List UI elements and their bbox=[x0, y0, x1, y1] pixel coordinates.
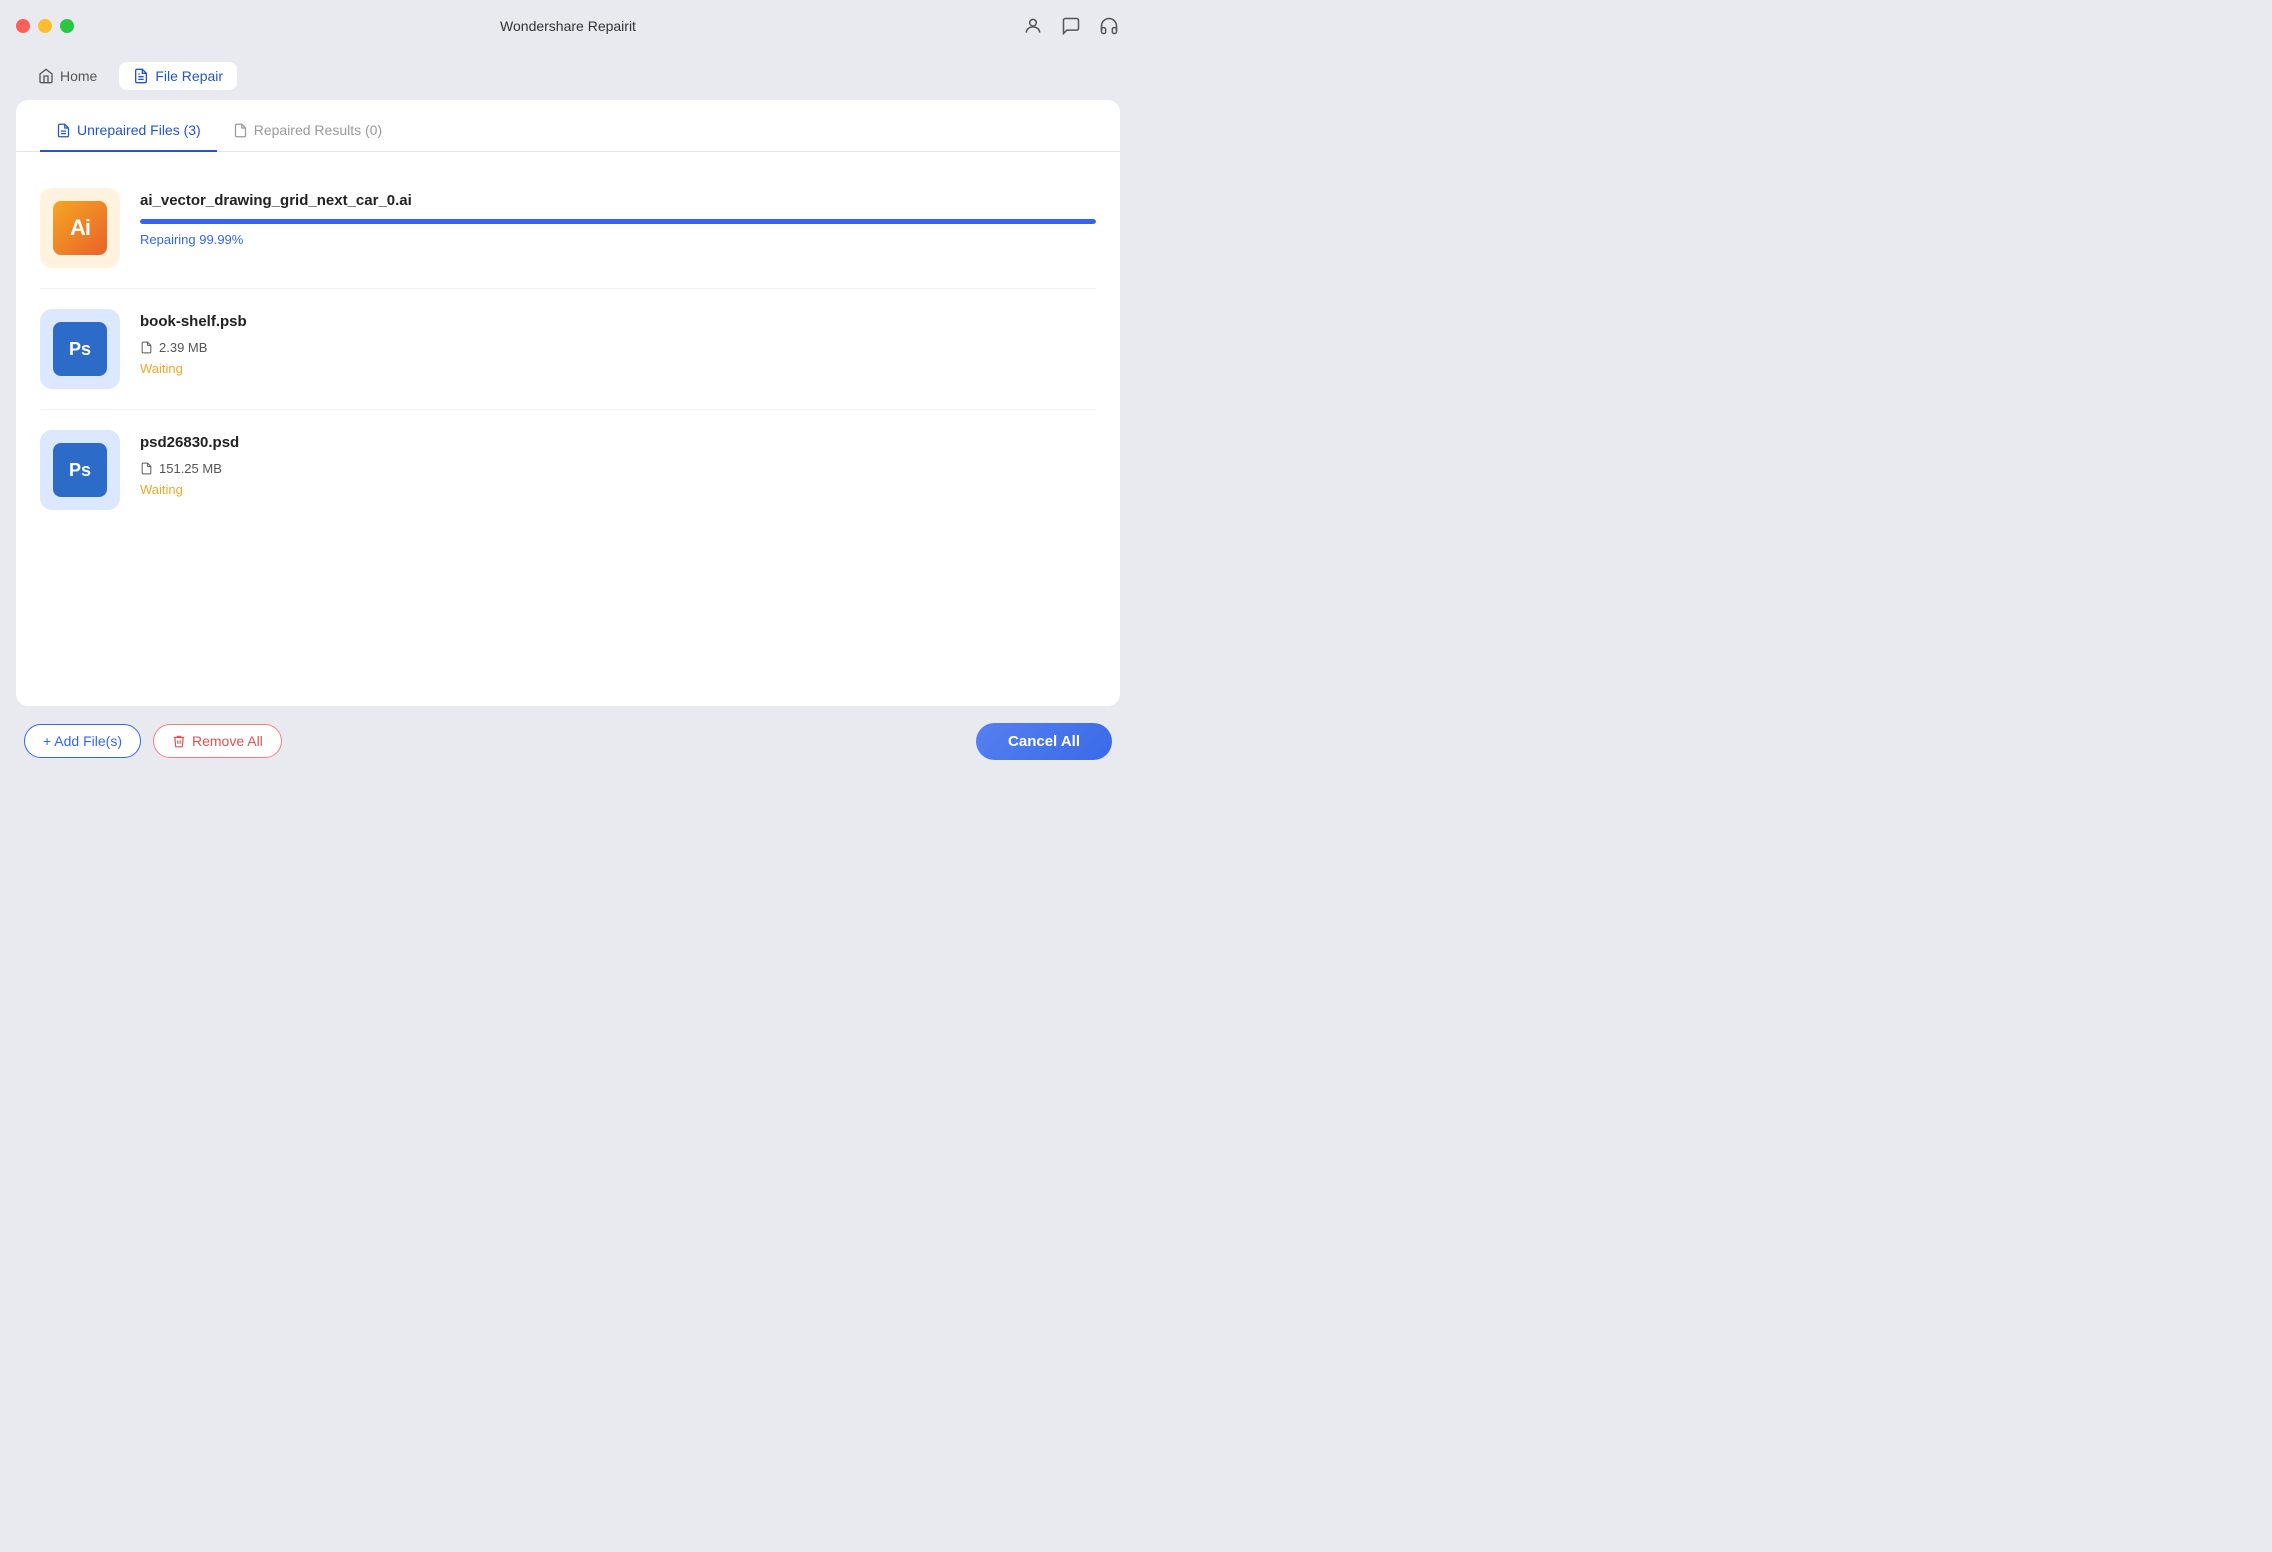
tab-unrepaired-label: Unrepaired Files (3) bbox=[77, 122, 201, 138]
progress-bar-fill-1 bbox=[140, 219, 1096, 224]
cancel-all-button[interactable]: Cancel All bbox=[976, 723, 1112, 760]
file-name-2: book-shelf.psb bbox=[140, 313, 1096, 330]
nav-home[interactable]: Home bbox=[24, 62, 111, 90]
add-files-label: + Add File(s) bbox=[43, 733, 122, 749]
cancel-all-label: Cancel All bbox=[1008, 733, 1080, 750]
file-name-1: ai_vector_drawing_grid_next_car_0.ai bbox=[140, 192, 1096, 209]
nav-bar: Home File Repair bbox=[0, 52, 1136, 100]
title-bar: Wondershare Repairit bbox=[0, 0, 1136, 52]
file-size-2: 2.39 MB bbox=[159, 340, 207, 355]
file-size-row-3: 151.25 MB bbox=[140, 461, 1096, 476]
tab-repaired[interactable]: Repaired Results (0) bbox=[217, 110, 398, 152]
ai-icon: Ai bbox=[53, 201, 107, 255]
file-info-2: book-shelf.psb 2.39 MB Waiting bbox=[140, 309, 1096, 376]
status-3: Waiting bbox=[140, 482, 1096, 497]
app-title: Wondershare Repairit bbox=[500, 18, 636, 34]
tab-repaired-label: Repaired Results (0) bbox=[254, 122, 382, 138]
chat-icon[interactable] bbox=[1060, 15, 1082, 37]
bottom-bar: + Add File(s) Remove All Cancel All bbox=[0, 706, 1136, 776]
main-content: Unrepaired Files (3) Repaired Results (0… bbox=[16, 100, 1120, 706]
status-1: Repairing 99.99% bbox=[140, 232, 1096, 247]
add-files-button[interactable]: + Add File(s) bbox=[24, 724, 141, 758]
file-list: Ai ai_vector_drawing_grid_next_car_0.ai … bbox=[16, 152, 1120, 706]
list-item: Ai ai_vector_drawing_grid_next_car_0.ai … bbox=[40, 168, 1096, 289]
file-size-row-2: 2.39 MB bbox=[140, 340, 1096, 355]
bottom-left-buttons: + Add File(s) Remove All bbox=[24, 724, 282, 758]
list-item: Ps psd26830.psd 151.25 MB Waiting bbox=[40, 410, 1096, 530]
file-info-3: psd26830.psd 151.25 MB Waiting bbox=[140, 430, 1096, 497]
file-icon-wrapper-ps-1: Ps bbox=[40, 309, 120, 389]
tabs: Unrepaired Files (3) Repaired Results (0… bbox=[16, 100, 1120, 152]
file-size-icon-3 bbox=[140, 461, 153, 476]
remove-all-button[interactable]: Remove All bbox=[153, 724, 282, 758]
file-size-icon-2 bbox=[140, 340, 153, 355]
file-size-3: 151.25 MB bbox=[159, 461, 222, 476]
tab-unrepaired[interactable]: Unrepaired Files (3) bbox=[40, 110, 217, 152]
file-icon-wrapper-ai: Ai bbox=[40, 188, 120, 268]
window-controls bbox=[16, 19, 74, 33]
title-icons bbox=[1022, 15, 1120, 37]
trash-icon bbox=[172, 734, 186, 748]
file-icon-wrapper-ps-2: Ps bbox=[40, 430, 120, 510]
progress-bar-container-1 bbox=[140, 219, 1096, 224]
maximize-button[interactable] bbox=[60, 19, 74, 33]
ps-icon-1: Ps bbox=[53, 322, 107, 376]
list-item: Ps book-shelf.psb 2.39 MB Waiting bbox=[40, 289, 1096, 410]
nav-file-repair-label: File Repair bbox=[155, 68, 223, 84]
nav-file-repair[interactable]: File Repair bbox=[119, 62, 237, 90]
ps-icon-2: Ps bbox=[53, 443, 107, 497]
headset-icon[interactable] bbox=[1098, 15, 1120, 37]
file-info-1: ai_vector_drawing_grid_next_car_0.ai Rep… bbox=[140, 188, 1096, 247]
remove-all-label: Remove All bbox=[192, 733, 263, 749]
user-icon[interactable] bbox=[1022, 15, 1044, 37]
minimize-button[interactable] bbox=[38, 19, 52, 33]
close-button[interactable] bbox=[16, 19, 30, 33]
nav-home-label: Home bbox=[60, 68, 97, 84]
status-2: Waiting bbox=[140, 361, 1096, 376]
file-name-3: psd26830.psd bbox=[140, 434, 1096, 451]
